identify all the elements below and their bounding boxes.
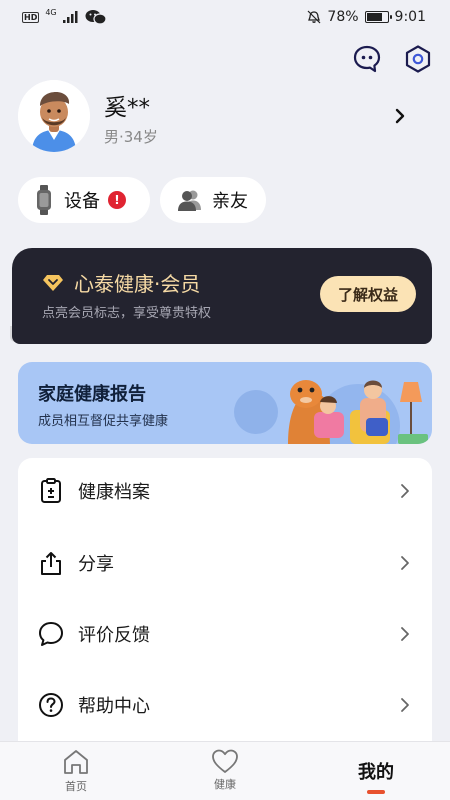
membership-desc: 点亮会员标志，享受尊贵特权 [42, 306, 212, 321]
family-label: 亲友 [212, 191, 248, 212]
share-icon [41, 552, 61, 575]
menu-list: 健康档案 分享 评价反馈 帮助中心 [18, 458, 432, 758]
clock-time: 9:01 [394, 9, 426, 25]
nav-health-label: 健康 [214, 778, 236, 791]
nav-home-label: 首页 [65, 780, 87, 793]
feedback-bubble-icon [39, 622, 63, 646]
menu-item-label: 评价反馈 [78, 625, 150, 646]
message-bubble-icon[interactable] [352, 44, 382, 74]
status-bar: HD 4G 78% 9:01 [0, 0, 450, 34]
help-question-icon [39, 693, 63, 717]
status-left: HD 4G [22, 7, 107, 25]
chevron-right-icon[interactable] [394, 108, 406, 124]
battery-icon [364, 11, 392, 23]
family-report-card[interactable]: 家庭健康报告 成员相互督促共享健康 [18, 362, 432, 444]
menu-item-feedback[interactable]: 评价反馈 [18, 605, 432, 663]
diamond-icon [43, 274, 63, 291]
membership-title: 心泰健康·会员 [74, 272, 201, 296]
nav-me[interactable]: 我的 [350, 742, 402, 800]
bottom-nav: 首页 健康 我的 [0, 741, 450, 800]
chevron-right-icon [401, 556, 409, 570]
home-icon [64, 750, 88, 774]
menu-item-help-center[interactable]: 帮助中心 [18, 676, 432, 734]
nav-home[interactable]: 首页 [54, 742, 98, 800]
family-illustration [234, 380, 428, 444]
menu-item-label: 健康档案 [78, 482, 150, 503]
nav-me-label: 我的 [358, 762, 394, 783]
family-button[interactable]: 亲友 [160, 177, 266, 223]
heart-icon [212, 749, 238, 773]
menu-item-share[interactable]: 分享 [18, 534, 432, 592]
user-name: 奚** [104, 95, 150, 121]
battery-percent: 78% [327, 9, 359, 25]
menu-item-label: 帮助中心 [78, 696, 150, 717]
chevron-right-icon [401, 627, 409, 641]
nav-health[interactable]: 健康 [203, 742, 247, 800]
network-label: 4G [45, 7, 57, 17]
signal-icon [62, 11, 78, 23]
status-right: 78% 9:01 [307, 9, 426, 25]
membership-card[interactable]: 心泰健康·会员 点亮会员标志，享受尊贵特权 了解权益 [10, 248, 432, 344]
device-button[interactable]: 设备 ! [18, 177, 150, 223]
settings-hexagon-icon[interactable] [403, 44, 433, 74]
health-record-icon [41, 478, 61, 503]
avatar[interactable] [18, 80, 90, 152]
membership-title-row: 心泰健康·会员 [42, 268, 200, 297]
nav-active-indicator [367, 790, 385, 794]
people-icon [178, 190, 201, 211]
hd-icon: HD [22, 11, 40, 23]
alarm-icon [307, 10, 321, 24]
user-gender-age: 男·34岁 [104, 128, 158, 146]
wechat-icon [85, 10, 107, 25]
menu-item-label: 分享 [78, 554, 114, 575]
report-title: 家庭健康报告 [38, 384, 146, 405]
learn-benefits-button[interactable]: 了解权益 [320, 276, 416, 312]
device-label: 设备 [64, 191, 100, 212]
chevron-right-icon [401, 698, 409, 712]
report-subtitle: 成员相互督促共享健康 [38, 414, 169, 429]
chevron-right-icon [401, 484, 409, 498]
alert-badge-icon: ! [108, 191, 126, 209]
avatar-illustration [18, 80, 90, 152]
menu-item-health-record[interactable]: 健康档案 [18, 462, 432, 520]
battery-fill [366, 13, 383, 21]
smartwatch-icon [37, 185, 51, 215]
